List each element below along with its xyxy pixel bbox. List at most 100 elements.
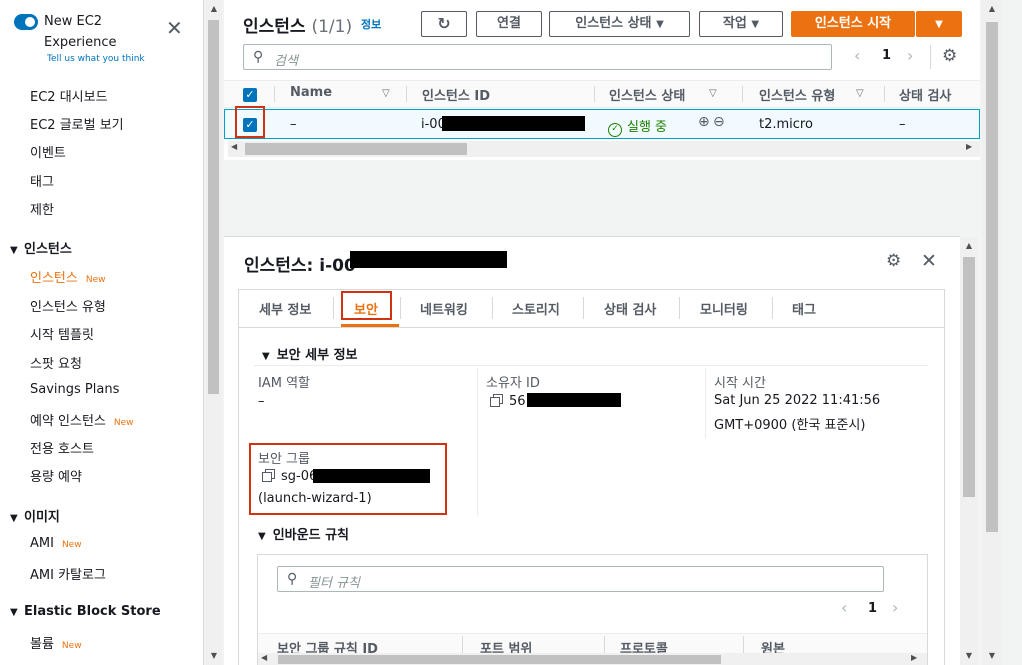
sidebar-item-tags[interactable]: 태그	[30, 171, 54, 190]
scroll-down-icon[interactable]: ▼	[985, 649, 999, 663]
sidebar-scrollbar[interactable]: ▲ ▼	[205, 0, 222, 665]
scroll-up-icon[interactable]: ▲	[985, 2, 999, 16]
table-horizontal-scrollbar[interactable]: ◀ ▶	[228, 141, 980, 157]
divider	[679, 297, 680, 319]
scroll-left-icon[interactable]: ◀	[231, 142, 237, 151]
sidebar-item-limits[interactable]: 제한	[30, 199, 54, 218]
divider	[705, 368, 706, 438]
scrollbar-thumb[interactable]	[986, 22, 998, 532]
divider	[238, 327, 945, 328]
sidebar-item-instances[interactable]: 인스턴스 New	[30, 267, 105, 286]
instance-state-button[interactable]: 인스턴스 상태 ▼	[549, 11, 690, 37]
connect-button[interactable]: 연결	[476, 11, 542, 37]
scroll-up-icon[interactable]: ▲	[962, 239, 976, 253]
copy-icon[interactable]	[490, 394, 503, 407]
sidebar-section-images[interactable]: ▼ 이미지	[10, 506, 60, 525]
zoom-in-icon[interactable]: ⊕	[698, 114, 710, 130]
sidebar-item-savings-plans[interactable]: Savings Plans	[30, 382, 119, 397]
gear-icon[interactable]: ⚙	[886, 251, 901, 271]
column-header-status-check[interactable]: 상태 검사	[899, 85, 951, 104]
sidebar-item-global-view[interactable]: EC2 글로벌 보기	[30, 114, 124, 133]
column-header-instance-id[interactable]: 인스턴스 ID	[422, 85, 490, 104]
scroll-right-icon[interactable]: ▶	[911, 653, 917, 662]
new-experience-toggle[interactable]	[14, 14, 38, 30]
launch-time-line2: GMT+0900 (한국 표준시)	[714, 418, 866, 433]
scroll-down-icon[interactable]: ▼	[207, 649, 221, 663]
divider	[492, 297, 493, 319]
launch-instances-button[interactable]: 인스턴스 시작	[791, 11, 915, 37]
search-input[interactable]: ⚲ 검색	[243, 44, 832, 70]
gear-icon[interactable]: ⚙	[942, 46, 957, 66]
sidebar: New EC2 Experience Tell us what you thin…	[0, 0, 204, 665]
sidebar-item-ami-catalog[interactable]: AMI 카탈로그	[30, 564, 106, 583]
info-link[interactable]: 정보	[361, 16, 381, 32]
detail-scrollbar[interactable]: ▲ ▼	[960, 237, 978, 665]
filter-rules-input[interactable]: ⚲ 필터 규칙	[277, 566, 884, 592]
close-icon[interactable]: ✕	[921, 250, 937, 272]
sidebar-item-ec2-dashboard[interactable]: EC2 대시보드	[30, 86, 108, 105]
actions-button[interactable]: 작업 ▼	[699, 11, 783, 37]
scroll-down-icon[interactable]: ▼	[962, 649, 976, 663]
scrollbar-thumb[interactable]	[963, 257, 975, 497]
column-header-instance-type[interactable]: 인스턴스 유형	[759, 85, 835, 104]
table-row[interactable]	[224, 109, 980, 139]
sidebar-item-reserved-instances[interactable]: 예약 인스턴스 New	[30, 410, 134, 429]
feedback-link[interactable]: Tell us what you think	[47, 54, 145, 64]
chevron-right-icon[interactable]: ›	[907, 46, 913, 65]
page-number[interactable]: 1	[868, 601, 877, 616]
scrollbar-thumb[interactable]	[245, 143, 467, 155]
scroll-right-icon[interactable]: ▶	[966, 142, 972, 151]
search-icon: ⚲	[287, 571, 298, 587]
iam-role-label: IAM 역할	[258, 376, 310, 391]
sidebar-section-ebs[interactable]: ▼ Elastic Block Store	[10, 604, 161, 619]
scroll-left-icon[interactable]: ◀	[261, 653, 267, 662]
security-details-header[interactable]: ▼ 보안 세부 정보	[262, 344, 358, 363]
inbound-horizontal-scrollbar[interactable]: ◀ ▶	[258, 653, 927, 665]
row-instance-state: ✓ 실행 중	[608, 116, 667, 137]
refresh-button[interactable]: ↻	[421, 11, 467, 37]
scrollbar-thumb[interactable]	[278, 655, 721, 664]
sidebar-item-volumes[interactable]: 볼륨 New	[30, 633, 82, 652]
new-experience-title-line1: New EC2	[44, 14, 103, 29]
sidebar-item-dedicated-hosts[interactable]: 전용 호스트	[30, 438, 94, 457]
sidebar-section-instances[interactable]: ▼ 인스턴스	[10, 238, 72, 257]
chevron-left-icon[interactable]: ‹	[841, 598, 847, 617]
sidebar-item-launch-templates[interactable]: 시작 템플릿	[30, 324, 94, 343]
tab-monitoring[interactable]: 모니터링	[700, 299, 748, 318]
sidebar-item-events[interactable]: 이벤트	[30, 142, 66, 161]
column-header-name[interactable]: Name	[290, 85, 332, 100]
content-scrollbar[interactable]: ▲ ▼	[982, 0, 1002, 665]
redacted-instance-id	[350, 251, 507, 268]
scroll-up-icon[interactable]: ▲	[207, 2, 221, 16]
sidebar-item-capacity-reservations[interactable]: 용량 예약	[30, 466, 82, 485]
tab-details[interactable]: 세부 정보	[259, 299, 311, 318]
tab-storage[interactable]: 스토리지	[512, 299, 560, 318]
page-number[interactable]: 1	[882, 48, 891, 63]
sidebar-item-spot-requests[interactable]: 스팟 요청	[30, 353, 82, 372]
caret-down-icon: ▼	[10, 607, 18, 618]
active-tab-indicator	[341, 324, 399, 327]
chevron-left-icon[interactable]: ‹	[854, 46, 860, 65]
caret-down-icon: ▼	[258, 531, 266, 542]
zoom-out-icon[interactable]: ⊖	[713, 114, 725, 130]
select-all-checkbox[interactable]: ✓	[243, 88, 257, 102]
divider	[583, 297, 584, 319]
close-icon[interactable]: ✕	[166, 18, 183, 38]
sort-icon[interactable]: ▽	[709, 88, 717, 99]
sort-icon[interactable]: ▽	[856, 88, 864, 99]
sort-icon[interactable]: ▽	[382, 88, 390, 99]
sidebar-item-instance-types[interactable]: 인스턴스 유형	[30, 296, 106, 315]
sidebar-item-ami[interactable]: AMI New	[30, 536, 82, 551]
highlight-security-groups	[249, 443, 447, 515]
chevron-right-icon[interactable]: ›	[892, 598, 898, 617]
new-badge: New	[61, 641, 82, 651]
scrollbar-thumb[interactable]	[208, 20, 219, 394]
check-circle-icon: ✓	[608, 123, 622, 137]
tab-networking[interactable]: 네트워킹	[420, 299, 468, 318]
inbound-rules-header[interactable]: ▼ 인바운드 규칙	[258, 524, 349, 543]
new-experience-title-line2: Experience	[44, 35, 117, 50]
column-header-instance-state[interactable]: 인스턴스 상태	[609, 85, 685, 104]
tab-status-checks[interactable]: 상태 검사	[604, 299, 656, 318]
tab-tags[interactable]: 태그	[792, 299, 816, 318]
launch-dropdown-button[interactable]: ▼	[916, 11, 962, 37]
